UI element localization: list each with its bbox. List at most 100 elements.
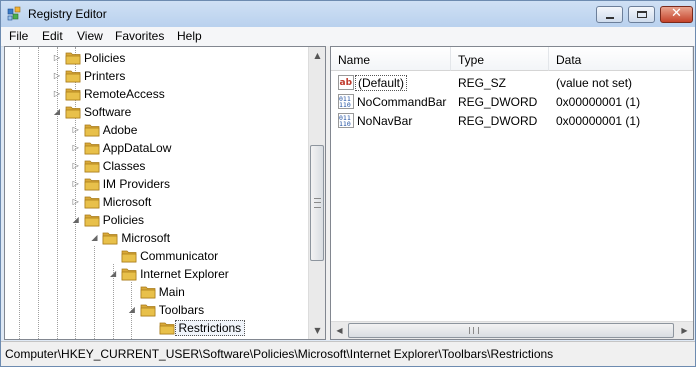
column-header-name[interactable]: Name	[331, 47, 451, 71]
values-list-pane[interactable]: Name Type Data ab (Default) REG_SZ (valu…	[330, 46, 694, 340]
collapsed-arrow-icon[interactable]: ▷	[71, 124, 81, 136]
collapsed-arrow-icon[interactable]: ▷	[52, 52, 62, 64]
tree-item-label: Microsoft	[121, 231, 171, 245]
binary-value-icon: 011 110	[338, 94, 354, 109]
title-bar[interactable]: Registry Editor ✕	[1, 1, 695, 27]
pane-area: ▷ Policies ▷ Printers ▷ RemoteAccess ◢ Software…	[4, 46, 694, 340]
folder-icon	[121, 268, 137, 281]
column-header-type[interactable]: Type	[451, 47, 549, 71]
string-value-icon: ab	[338, 75, 354, 90]
close-icon: ✕	[671, 6, 682, 21]
tree-scroll-thumb[interactable]	[310, 145, 324, 261]
list-scroll-thumb[interactable]	[348, 323, 674, 338]
minimize-icon	[606, 17, 614, 19]
folder-icon	[84, 214, 100, 227]
folder-icon	[65, 106, 81, 119]
scroll-up-icon[interactable]: ▲	[309, 47, 325, 64]
folder-icon	[84, 160, 100, 173]
tree-item-label: Printers	[84, 69, 126, 83]
expanded-arrow-icon[interactable]: ◢	[52, 106, 62, 118]
menu-file[interactable]: File	[7, 29, 30, 43]
value-row[interactable]: ab (Default) REG_SZ (value not set)	[331, 73, 693, 92]
value-type: REG_DWORD	[458, 114, 538, 128]
tree-item-label: Policies	[102, 213, 145, 227]
tree-item-label: Communicator	[140, 249, 219, 263]
registry-editor-window: Registry Editor ✕ File Edit View Favorit…	[0, 0, 696, 367]
tree-guide-line	[38, 47, 39, 339]
value-name: (Default)	[355, 75, 408, 91]
folder-icon	[84, 124, 100, 137]
tree-item-label: Main	[158, 285, 185, 299]
svg-text:110: 110	[339, 120, 351, 128]
key-tree-pane[interactable]: ▷ Policies ▷ Printers ▷ RemoteAccess ◢ Software…	[4, 46, 326, 340]
column-header-label: Name	[338, 53, 371, 67]
column-header-label: Type	[458, 53, 485, 67]
tree-item-label: Classes	[102, 159, 146, 173]
minimize-button[interactable]	[596, 6, 623, 23]
registry-editor-icon	[7, 6, 21, 21]
menu-view[interactable]: View	[75, 29, 105, 43]
list-horizontal-scrollbar[interactable]: ◀ ▶	[331, 321, 693, 339]
folder-icon	[65, 88, 81, 101]
value-type: REG_SZ	[458, 76, 507, 90]
tree-item-label: Adobe	[102, 123, 138, 137]
menu-help[interactable]: Help	[175, 29, 204, 43]
collapsed-arrow-icon[interactable]: ▷	[71, 178, 81, 190]
folder-icon	[103, 232, 118, 245]
scroll-left-icon[interactable]: ◀	[331, 322, 348, 339]
tree-item-label: Microsoft	[102, 195, 152, 209]
collapsed-arrow-icon[interactable]: ▷	[71, 160, 81, 172]
tree-item-label: Internet Explorer	[140, 267, 229, 281]
tree-item-label: RemoteAccess	[84, 87, 165, 101]
grip-icon	[314, 198, 321, 208]
grip-icon	[469, 327, 479, 334]
folder-icon	[84, 196, 100, 209]
value-name: NoCommandBar	[357, 95, 447, 109]
tree-item-label: Policies	[84, 51, 126, 65]
binary-value-icon: 011 110	[338, 113, 354, 128]
menu-favorites[interactable]: Favorites	[113, 29, 166, 43]
current-key-path: Computer\HKEY_CURRENT_USER\Software\Poli…	[5, 347, 554, 361]
tree-item-label: Restrictions	[174, 320, 246, 336]
folder-icon	[159, 322, 174, 335]
tree-guide-line	[19, 47, 20, 339]
value-name: NoNavBar	[357, 114, 413, 128]
collapsed-arrow-icon[interactable]: ▷	[52, 88, 62, 100]
folder-icon	[65, 70, 81, 83]
menu-edit[interactable]: Edit	[40, 29, 65, 43]
tree-guide-line	[94, 246, 95, 339]
column-header-data[interactable]: Data	[549, 47, 693, 71]
collapsed-arrow-icon[interactable]: ▷	[71, 142, 81, 154]
folder-icon	[121, 250, 137, 263]
scroll-right-icon[interactable]: ▶	[676, 322, 693, 339]
expanded-arrow-icon[interactable]: ◢	[127, 304, 137, 316]
svg-text:110: 110	[339, 101, 351, 109]
folder-icon	[140, 304, 156, 317]
scroll-down-icon[interactable]: ▼	[309, 322, 325, 339]
expanded-arrow-icon[interactable]: ◢	[71, 214, 81, 226]
tree-item-label: Software	[84, 105, 132, 119]
tree-vertical-scrollbar[interactable]: ▲ ▼	[308, 47, 325, 339]
folder-icon	[140, 286, 156, 299]
tree-item-label: Toolbars	[158, 303, 205, 317]
value-row[interactable]: 011 110 NoCommandBar REG_DWORD 0x0000000…	[331, 92, 693, 111]
expanded-arrow-icon[interactable]: ◢	[89, 232, 99, 244]
folder-icon	[84, 142, 100, 155]
value-data: 0x00000001 (1)	[556, 95, 641, 109]
status-bar: Computer\HKEY_CURRENT_USER\Software\Poli…	[1, 341, 695, 366]
folder-icon	[65, 52, 81, 65]
maximize-icon	[637, 11, 647, 18]
close-button[interactable]: ✕	[660, 6, 693, 23]
maximize-button[interactable]	[628, 6, 655, 23]
collapsed-arrow-icon[interactable]: ▷	[71, 196, 81, 208]
expanded-arrow-icon[interactable]: ◢	[108, 268, 118, 280]
svg-text:ab: ab	[340, 78, 353, 88]
value-data: 0x00000001 (1)	[556, 114, 641, 128]
value-row[interactable]: 011 110 NoNavBar REG_DWORD 0x00000001 (1…	[331, 111, 693, 130]
collapsed-arrow-icon[interactable]: ▷	[52, 70, 62, 82]
value-data: (value not set)	[556, 76, 633, 90]
column-header-label: Data	[556, 53, 582, 67]
value-type: REG_DWORD	[458, 95, 538, 109]
window-title: Registry Editor	[28, 7, 107, 21]
folder-icon	[84, 178, 100, 191]
